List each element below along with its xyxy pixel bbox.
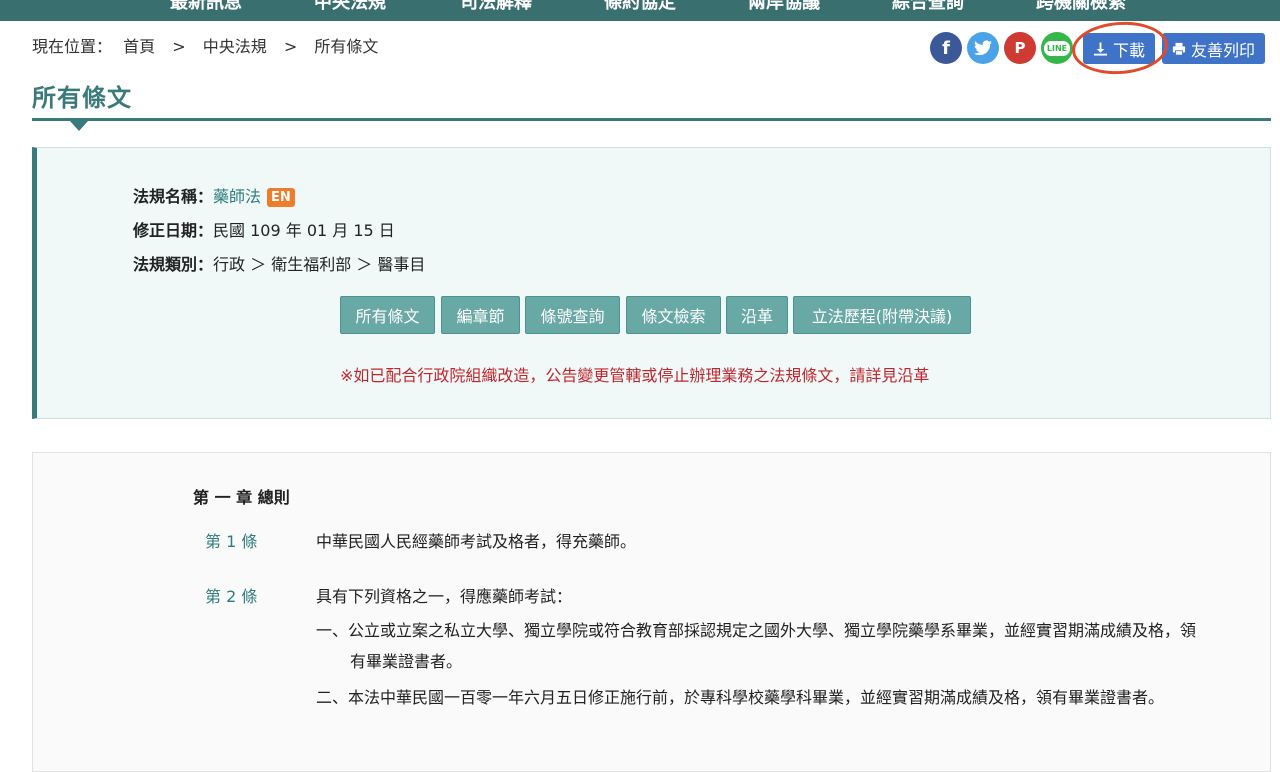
breadcrumb-home[interactable]: 首頁: [123, 33, 155, 57]
twitter-icon: [974, 40, 992, 56]
article-text: 具有下列資格之一，得應藥師考試：: [316, 587, 573, 606]
breadcrumb-current: 所有條文: [314, 37, 379, 56]
print-label: 友善列印: [1190, 40, 1255, 60]
tab-history[interactable]: 沿革: [726, 296, 788, 334]
nav-item-latest-news[interactable]: 最新訊息: [170, 0, 242, 14]
download-icon: [1093, 41, 1108, 56]
article-number-link[interactable]: 第 1 條: [205, 528, 257, 552]
nav-item-comprehensive-search[interactable]: 綜合查詢: [892, 0, 964, 14]
law-info-panel: 法規名稱：藥師法 EN 修正日期：民國 109 年 01 月 15 日 法規類別：…: [32, 147, 1271, 419]
tab-chapters[interactable]: 編章節: [441, 296, 520, 334]
plurk-share-button[interactable]: P: [1004, 32, 1036, 64]
article-text: 中華民國人民經藥師考試及格者，得充藥師。: [316, 532, 637, 551]
law-category-row: 法規類別：行政 ＞ 衛生福利部 ＞ 醫事目: [133, 251, 425, 275]
law-name-link[interactable]: 藥師法: [213, 187, 261, 206]
top-navigation: 最新訊息 中央法規 司法解釋 條約協定 兩岸協議 綜合查詢 跨機關檢索: [0, 0, 1280, 21]
breadcrumb-separator: >: [283, 37, 298, 56]
print-button[interactable]: 友善列印: [1162, 33, 1265, 64]
nav-item-treaties[interactable]: 條約協定: [604, 0, 676, 14]
nav-item-judicial-interpretations[interactable]: 司法解釋: [460, 0, 532, 14]
page-title: 所有條文: [32, 84, 132, 112]
article-list-item: 二、本法中華民國一百零一年六月五日修正施行前，於專科學校藥學科畢業，並經實習期滿…: [316, 688, 1165, 707]
law-name-label: 法規名稱：: [133, 187, 214, 206]
facebook-share-button[interactable]: f: [930, 32, 962, 64]
breadcrumb-separator: >: [172, 37, 186, 56]
articles-content: 第 一 章 總則 第 1 條 中華民國人民經藥師考試及格者，得充藥師。 第 2 …: [32, 452, 1271, 772]
title-divider: [32, 118, 1271, 121]
amend-date-label: 修正日期：: [133, 221, 214, 240]
breadcrumb-central-laws[interactable]: 中央法規: [203, 33, 267, 57]
facebook-icon: f: [942, 37, 950, 59]
tab-all-articles[interactable]: 所有條文: [340, 296, 435, 334]
printer-icon: [1172, 42, 1186, 56]
law-category-label: 法規類別：: [133, 255, 214, 274]
nav-item-cross-agency-search[interactable]: 跨機關檢索: [1036, 0, 1126, 14]
amend-date-row: 修正日期：民國 109 年 01 月 15 日: [133, 217, 395, 241]
plurk-icon: P: [1014, 39, 1026, 57]
tab-legislative-history[interactable]: 立法歷程(附帶決議): [793, 296, 971, 334]
line-icon: LINE: [1043, 40, 1071, 56]
article-list-item: 一、公立或立案之私立大學、獨立學院或符合教育部採認規定之國外大學、獨立學院藥學系…: [316, 621, 1197, 671]
breadcrumb: 現在位置： 首頁 > 中央法規 > 所有條文: [32, 33, 378, 57]
download-button[interactable]: 下載: [1083, 33, 1155, 64]
breadcrumb-prefix: 現在位置：: [32, 37, 113, 56]
amend-date-value: 民國 109 年 01 月 15 日: [213, 221, 395, 240]
chapter-heading: 第 一 章 總則: [193, 488, 290, 507]
download-label: 下載: [1112, 40, 1145, 60]
tab-article-text-search[interactable]: 條文檢索: [626, 296, 721, 334]
reorganization-notice: ※如已配合行政院組織改造，公告變更管轄或停止辦理業務之法規條文，請詳見沿革: [340, 366, 930, 385]
law-category-value: 行政 ＞ 衛生福利部 ＞ 醫事目: [213, 255, 426, 274]
english-version-badge[interactable]: EN: [267, 188, 295, 207]
article-number-link[interactable]: 第 2 條: [205, 583, 257, 607]
nav-item-cross-strait[interactable]: 兩岸協議: [748, 0, 820, 14]
tab-article-number-search[interactable]: 條號查詢: [525, 296, 620, 334]
title-caret-icon: [70, 121, 88, 131]
law-name-row: 法規名稱：藥師法 EN: [133, 183, 295, 207]
nav-item-central-laws[interactable]: 中央法規: [314, 0, 386, 14]
line-share-button[interactable]: LINE: [1041, 32, 1073, 64]
twitter-share-button[interactable]: [967, 32, 999, 64]
